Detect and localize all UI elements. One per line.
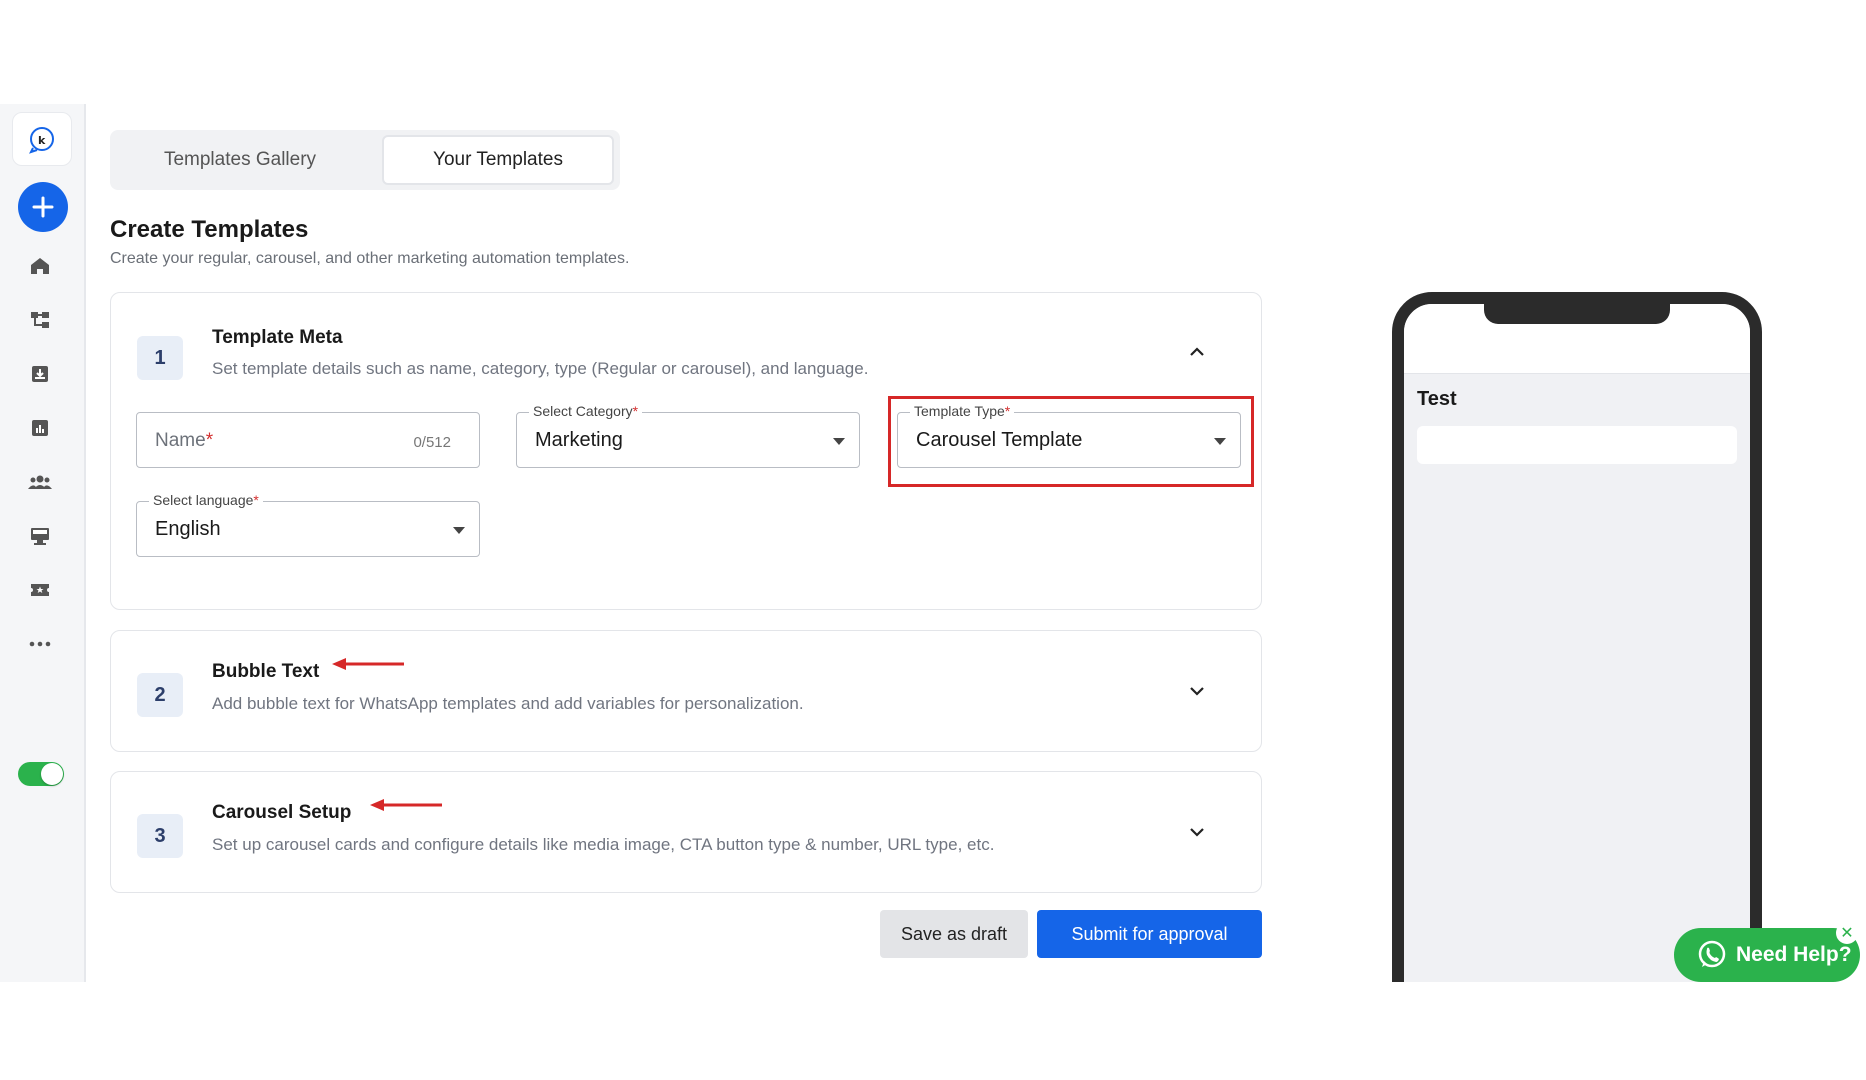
step-number: 1 (137, 336, 183, 380)
svg-text:k: k (38, 134, 46, 147)
submit-approval-button[interactable]: Submit for approval (1037, 910, 1262, 958)
section-bubble-text: 2 Bubble Text Add bubble text for WhatsA… (110, 630, 1262, 752)
flow-icon[interactable] (24, 304, 56, 336)
section-title: Bubble Text (212, 661, 320, 682)
section-subtitle: Set up carousel cards and configure deta… (212, 835, 995, 854)
chevron-down-icon[interactable] (1187, 822, 1207, 842)
name-field[interactable]: Name* 0/512 (136, 412, 480, 468)
chevron-up-icon[interactable] (1187, 342, 1207, 362)
save-draft-button[interactable]: Save as draft (880, 910, 1028, 958)
phone-preview: Test (1392, 292, 1762, 982)
category-select[interactable]: Select Category* Marketing (516, 403, 860, 468)
step-number: 2 (137, 673, 183, 717)
tab-templates-gallery[interactable]: Templates Gallery (116, 135, 364, 185)
more-icon[interactable] (24, 628, 56, 660)
page-title: Create Templates (110, 216, 309, 243)
name-char-count: 0/512 (413, 434, 451, 451)
close-icon[interactable]: ✕ (1836, 922, 1858, 944)
sidebar: k (0, 104, 86, 982)
contacts-icon[interactable] (24, 466, 56, 498)
preview-bubble (1417, 426, 1737, 464)
section-carousel-setup: 3 Carousel Setup Set up carousel cards a… (110, 771, 1262, 893)
highlight-box (888, 396, 1254, 487)
preview-template-name: Test (1417, 388, 1457, 410)
status-toggle[interactable] (18, 762, 64, 786)
tab-your-templates[interactable]: Your Templates (382, 135, 614, 185)
language-value: English (155, 518, 221, 540)
inbox-icon[interactable] (24, 358, 56, 390)
section-title: Template Meta (212, 327, 343, 348)
need-help-button[interactable]: Need Help? (1674, 928, 1860, 982)
step-number: 3 (137, 814, 183, 858)
need-help-label: Need Help? (1736, 943, 1852, 966)
category-label: Select Category* (529, 403, 643, 419)
logo-icon[interactable]: k (12, 112, 72, 166)
section-subtitle: Add bubble text for WhatsApp templates a… (212, 694, 804, 713)
phone-notch (1484, 304, 1670, 324)
page-subtitle: Create your regular, carousel, and other… (110, 250, 630, 267)
language-select[interactable]: Select language* English (136, 492, 480, 557)
campaign-icon[interactable] (24, 520, 56, 552)
section-title: Carousel Setup (212, 802, 352, 823)
caret-down-icon (833, 438, 845, 445)
name-placeholder: Name* (155, 430, 214, 451)
template-tabs: Templates Gallery Your Templates (110, 130, 620, 190)
app-frame: k Templates Gallery Your Templates Creat… (0, 104, 1866, 982)
category-value: Marketing (535, 429, 623, 451)
add-button[interactable] (18, 182, 68, 232)
caret-down-icon (453, 527, 465, 534)
language-label: Select language* (149, 492, 263, 508)
ticket-icon[interactable] (24, 574, 56, 606)
whatsapp-icon (1698, 940, 1726, 968)
section-subtitle: Set template details such as name, categ… (212, 359, 869, 378)
arrow-annotation-icon (370, 799, 442, 811)
chevron-down-icon[interactable] (1187, 681, 1207, 701)
plus-icon (32, 196, 54, 218)
arrow-annotation-icon (332, 658, 404, 670)
home-icon[interactable] (24, 250, 56, 282)
analytics-icon[interactable] (24, 412, 56, 444)
